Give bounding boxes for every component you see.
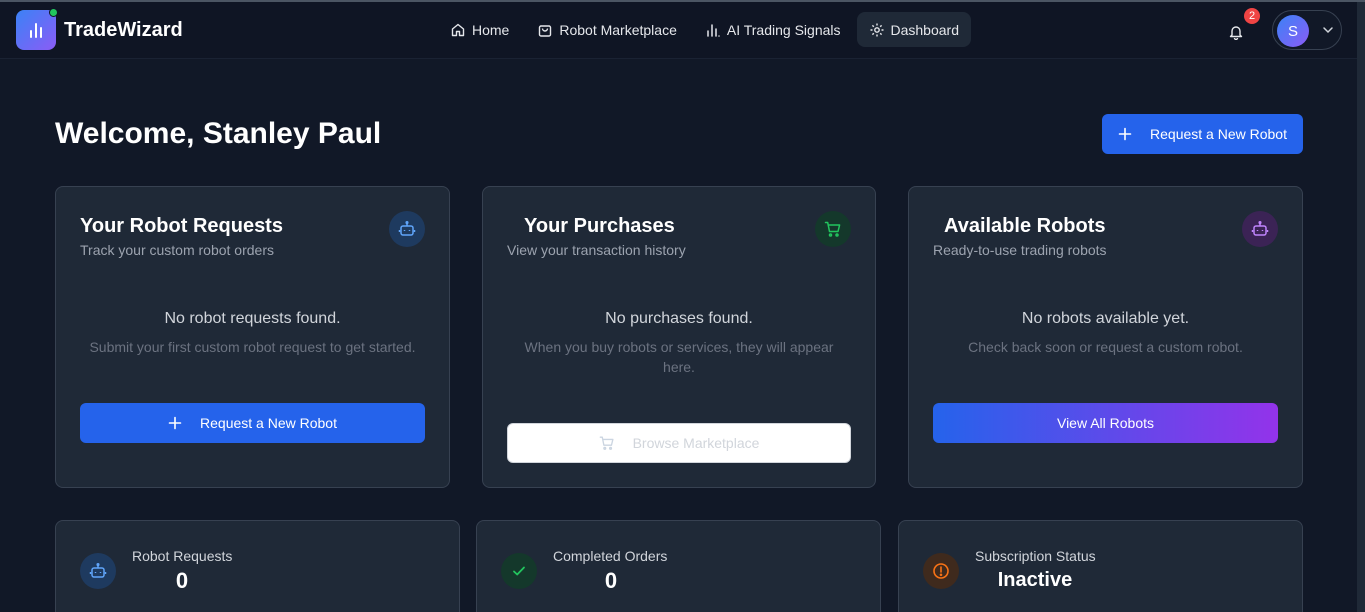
notification-badge: 2: [1244, 8, 1260, 24]
check-icon: [513, 566, 525, 576]
nav-item-label: Robot Marketplace: [559, 21, 677, 38]
empty-state-title: No robot requests found.: [164, 310, 341, 327]
robot-icon: [398, 221, 416, 236]
card-title: Available Robots: [944, 215, 1106, 237]
purchases-card: Your Purchases View your transaction his…: [482, 186, 876, 488]
page-scrollbar[interactable]: [1357, 2, 1365, 612]
view-all-robots-button[interactable]: View All Robots: [933, 403, 1278, 443]
request-new-robot-card-button[interactable]: Request a New Robot: [80, 403, 425, 443]
button-label: Browse Marketplace: [632, 435, 760, 451]
nav-item-label: Home: [472, 21, 510, 38]
avatar: S: [1277, 15, 1309, 47]
robot-icon: [89, 563, 107, 578]
button-label: Request a New Robot: [200, 415, 337, 431]
stat-value: 0: [604, 568, 618, 593]
card-subtitle: Ready-to-use trading robots: [933, 242, 1107, 258]
stat-label: Completed Orders: [553, 548, 668, 564]
page-title: Welcome, Stanley Paul: [55, 117, 382, 150]
card-subtitle: Track your custom robot orders: [80, 242, 274, 258]
stat-label: Robot Requests: [132, 548, 233, 564]
plus-icon: [1118, 127, 1132, 141]
stat-robot-requests: Robot Requests 0: [55, 520, 460, 612]
card-subtitle: View your transaction history: [507, 242, 686, 258]
bar-chart-logo-icon: [30, 23, 42, 38]
stat-icon-wrapper: [80, 553, 116, 589]
shopping-cart-icon: [824, 221, 841, 237]
notifications-button[interactable]: [1224, 20, 1248, 44]
robot-icon: [1251, 221, 1269, 236]
button-label: Request a New Robot: [1150, 126, 1287, 142]
alert-circle-icon: [933, 563, 949, 579]
card-title: Your Purchases: [524, 215, 675, 237]
top-navbar: TradeWizard Home Robot Marketplace AI Tr…: [0, 2, 1357, 59]
stat-value: Inactive: [997, 569, 1073, 591]
gear-icon: [870, 23, 883, 36]
empty-state-title: No purchases found.: [605, 310, 753, 327]
main-nav: Home Robot Marketplace AI Trading Signal…: [438, 12, 971, 47]
brand-name[interactable]: TradeWizard: [64, 19, 183, 42]
card-icon-wrapper: [389, 211, 425, 247]
button-label: View All Robots: [1056, 415, 1154, 431]
shopping-cart-icon: [599, 436, 614, 450]
empty-state-text: Submit your first custom robot request t…: [89, 339, 416, 355]
stat-icon-wrapper: [923, 553, 959, 589]
empty-state-title: No robots available yet.: [1021, 310, 1190, 327]
browse-marketplace-button[interactable]: Browse Marketplace: [507, 423, 851, 463]
card-icon-wrapper: [815, 211, 851, 247]
card-icon-wrapper: [1242, 211, 1278, 247]
nav-item-label: Dashboard: [890, 21, 960, 38]
available-robots-card: Available Robots Ready-to-use trading ro…: [908, 186, 1303, 488]
shopping-bag-icon: [539, 24, 552, 37]
nav-item-robot-marketplace[interactable]: Robot Marketplace: [525, 12, 689, 47]
bell-icon: [1229, 26, 1243, 40]
home-icon: [451, 23, 465, 36]
empty-state-text: When you buy robots or services, they wi…: [524, 339, 834, 375]
user-menu-button[interactable]: S: [1272, 10, 1342, 50]
nav-item-dashboard[interactable]: Dashboard: [856, 12, 971, 47]
stat-completed-orders: Completed Orders 0: [476, 520, 881, 612]
bar-chart-icon: [707, 23, 720, 37]
nav-item-ai-trading-signals[interactable]: AI Trading Signals: [693, 12, 853, 47]
stat-icon-wrapper: [501, 553, 537, 589]
empty-state-text: Check back soon or request a custom robo…: [968, 339, 1243, 355]
card-title: Your Robot Requests: [80, 215, 283, 237]
stat-value: 0: [175, 568, 189, 593]
chevron-down-icon: [1323, 27, 1333, 34]
stat-label: Subscription Status: [975, 548, 1096, 564]
plus-icon: [168, 416, 182, 430]
online-status-dot: [49, 8, 58, 17]
stat-subscription-status: Subscription Status Inactive: [898, 520, 1303, 612]
robot-requests-card: Your Robot Requests Track your custom ro…: [55, 186, 450, 488]
nav-item-label: AI Trading Signals: [726, 21, 841, 38]
request-new-robot-button[interactable]: Request a New Robot: [1102, 114, 1303, 154]
nav-item-home[interactable]: Home: [438, 12, 521, 47]
